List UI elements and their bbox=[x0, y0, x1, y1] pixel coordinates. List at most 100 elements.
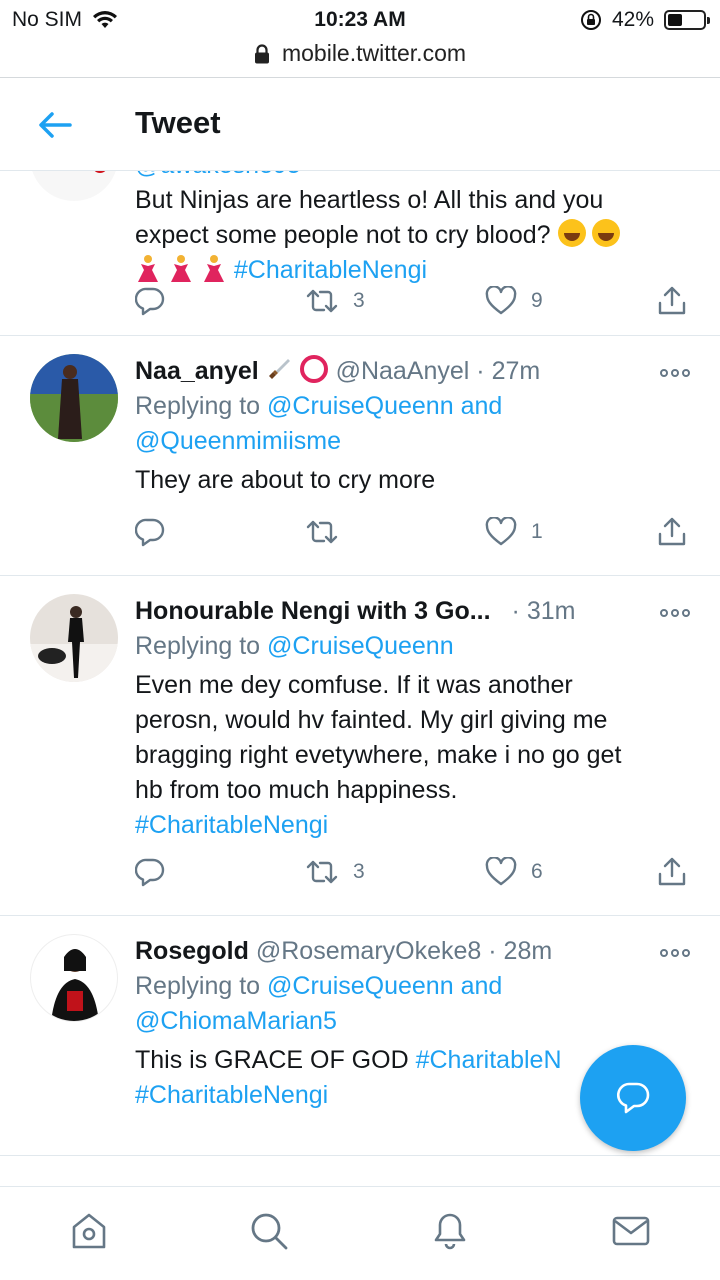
tears-of-joy-emoji-icon bbox=[557, 219, 586, 247]
tweet-header: Honourable Nengi with 3 Go... · 31m bbox=[135, 597, 576, 625]
like-button[interactable]: 9 bbox=[485, 281, 543, 321]
messages-envelope-icon bbox=[612, 1216, 650, 1246]
hashtag-link[interactable]: #CharitableN bbox=[416, 1046, 562, 1074]
reply-mention[interactable]: @awakeshe95 bbox=[135, 171, 692, 183]
like-count: 9 bbox=[531, 289, 543, 312]
avatar bbox=[30, 594, 118, 682]
back-button[interactable] bbox=[30, 103, 80, 147]
retweet-button[interactable]: 3 bbox=[305, 852, 365, 892]
user-handle[interactable]: @RosemaryOkeke8 bbox=[256, 937, 481, 965]
retweet-icon bbox=[306, 860, 338, 884]
tweet-text: They are about to cry more bbox=[135, 466, 436, 494]
mention-link[interactable]: @CruiseQueenn bbox=[267, 632, 454, 660]
retweet-count: 3 bbox=[353, 860, 365, 883]
tab-search[interactable] bbox=[247, 1209, 291, 1253]
retweet-count: 3 bbox=[353, 289, 365, 312]
tweet-text-line: expect some people not to cry blood? bbox=[135, 218, 692, 253]
like-button[interactable]: 6 bbox=[485, 852, 543, 892]
tears-of-joy-emoji-icon bbox=[592, 219, 621, 247]
reply-icon bbox=[135, 858, 165, 887]
compose-reply-icon bbox=[617, 1082, 650, 1114]
reply-button[interactable] bbox=[135, 852, 165, 892]
like-button[interactable]: 1 bbox=[485, 512, 543, 552]
dancer-emoji-icon bbox=[203, 255, 224, 282]
battery-icon bbox=[664, 10, 710, 30]
avatar bbox=[30, 171, 118, 201]
share-button[interactable] bbox=[657, 512, 687, 552]
arrow-left-icon bbox=[39, 112, 72, 138]
retweet-button[interactable] bbox=[305, 512, 353, 552]
red-circle-emoji-icon bbox=[299, 355, 328, 383]
rotation-lock-icon bbox=[580, 10, 601, 30]
more-options-button[interactable] bbox=[660, 606, 690, 620]
dancer-emoji-icon bbox=[170, 255, 191, 282]
share-icon bbox=[658, 857, 686, 886]
tweet-timestamp[interactable]: 28m bbox=[504, 937, 553, 965]
like-count: 6 bbox=[531, 860, 543, 883]
dancer-emoji-icon bbox=[138, 255, 158, 282]
retweet-button[interactable]: 3 bbox=[305, 281, 365, 321]
tweet-timestamp[interactable]: 27m bbox=[492, 357, 541, 385]
dagger-emoji-icon bbox=[268, 359, 290, 379]
tweet[interactable]: Honourable Nengi with 3 Go... · 31m Repl… bbox=[0, 576, 720, 916]
mention-link[interactable]: @CruiseQueenn bbox=[267, 972, 454, 1000]
status-bar: No SIM 10:23 AM 42% bbox=[0, 0, 720, 38]
more-options-button[interactable] bbox=[660, 366, 690, 380]
mention-link[interactable]: @Queenmimiisme bbox=[135, 424, 692, 459]
tab-notifications[interactable] bbox=[428, 1209, 472, 1253]
reply-icon bbox=[135, 518, 165, 547]
reply-button[interactable] bbox=[135, 281, 165, 321]
page-title: Tweet bbox=[135, 105, 221, 140]
avatar bbox=[30, 934, 118, 1022]
notifications-bell-icon bbox=[434, 1213, 466, 1250]
display-name[interactable]: Rosegold bbox=[135, 937, 249, 965]
share-icon bbox=[658, 517, 686, 546]
address-bar[interactable]: mobile.twitter.com bbox=[0, 38, 720, 78]
hashtag-link[interactable]: #CharitableNengi bbox=[135, 808, 692, 843]
heart-icon bbox=[485, 517, 517, 546]
tweet-actions: 3 9 bbox=[135, 281, 695, 321]
retweet-icon bbox=[306, 289, 338, 313]
tweet-text-line: perosn, would hv fainted. My girl giving… bbox=[135, 706, 608, 734]
mention-link[interactable]: @CruiseQueenn bbox=[267, 392, 454, 420]
display-name[interactable]: Naa_anyel bbox=[135, 357, 259, 385]
replies-feed[interactable]: @awakeshe95 But Ninjas are heartless o! … bbox=[0, 171, 720, 1186]
bottom-tab-bar bbox=[0, 1186, 720, 1280]
heart-icon bbox=[485, 286, 517, 315]
lock-icon bbox=[254, 43, 269, 63]
home-icon bbox=[72, 1213, 106, 1249]
tweet[interactable]: Naa_anyel @NaaAnyel · 27m Replying to @C… bbox=[0, 336, 720, 576]
battery-percent: 42% bbox=[611, 8, 654, 31]
tweet-text-line: But Ninjas are heartless o! All this and… bbox=[135, 186, 604, 214]
mention-link[interactable]: @ChiomaMarian5 bbox=[135, 1004, 692, 1039]
replying-to: Replying to @CruiseQueenn bbox=[135, 632, 454, 660]
display-name[interactable]: Honourable Nengi with 3 Go... bbox=[135, 597, 491, 625]
heart-icon bbox=[485, 857, 517, 886]
tweet-header: Rosegold @RosemaryOkeke8 · 28m bbox=[135, 937, 553, 965]
tweet-header: Naa_anyel @NaaAnyel · 27m bbox=[135, 354, 692, 389]
url-text: mobile.twitter.com bbox=[281, 40, 467, 66]
share-button[interactable] bbox=[657, 281, 687, 321]
battery-level bbox=[668, 14, 682, 26]
tab-messages[interactable] bbox=[609, 1209, 653, 1253]
replying-to: Replying to @CruiseQueenn and bbox=[135, 392, 503, 420]
share-button[interactable] bbox=[657, 852, 687, 892]
tweet-timestamp[interactable]: 31m bbox=[527, 597, 576, 625]
replying-to: Replying to @CruiseQueenn and bbox=[135, 972, 503, 1000]
tweet-text-line: Even me dey comfuse. If it was another bbox=[135, 671, 573, 699]
user-handle[interactable]: @NaaAnyel bbox=[336, 357, 470, 385]
page-header: Tweet bbox=[0, 79, 720, 171]
more-options-button[interactable] bbox=[660, 946, 690, 960]
tweet-text-line: hb from too much happiness. bbox=[135, 776, 458, 804]
tab-home[interactable] bbox=[67, 1209, 111, 1253]
retweet-icon bbox=[306, 520, 338, 544]
tweet-actions: 1 bbox=[135, 512, 695, 552]
reply-button[interactable] bbox=[135, 512, 165, 552]
tweet[interactable]: @awakeshe95 But Ninjas are heartless o! … bbox=[0, 171, 720, 336]
compose-reply-button[interactable] bbox=[580, 1045, 686, 1151]
search-icon bbox=[251, 1213, 288, 1250]
tweet-actions: 3 6 bbox=[135, 852, 695, 892]
reply-icon bbox=[135, 287, 165, 316]
avatar bbox=[30, 354, 118, 442]
hashtag-link[interactable]: #CharitableNengi bbox=[234, 256, 427, 284]
